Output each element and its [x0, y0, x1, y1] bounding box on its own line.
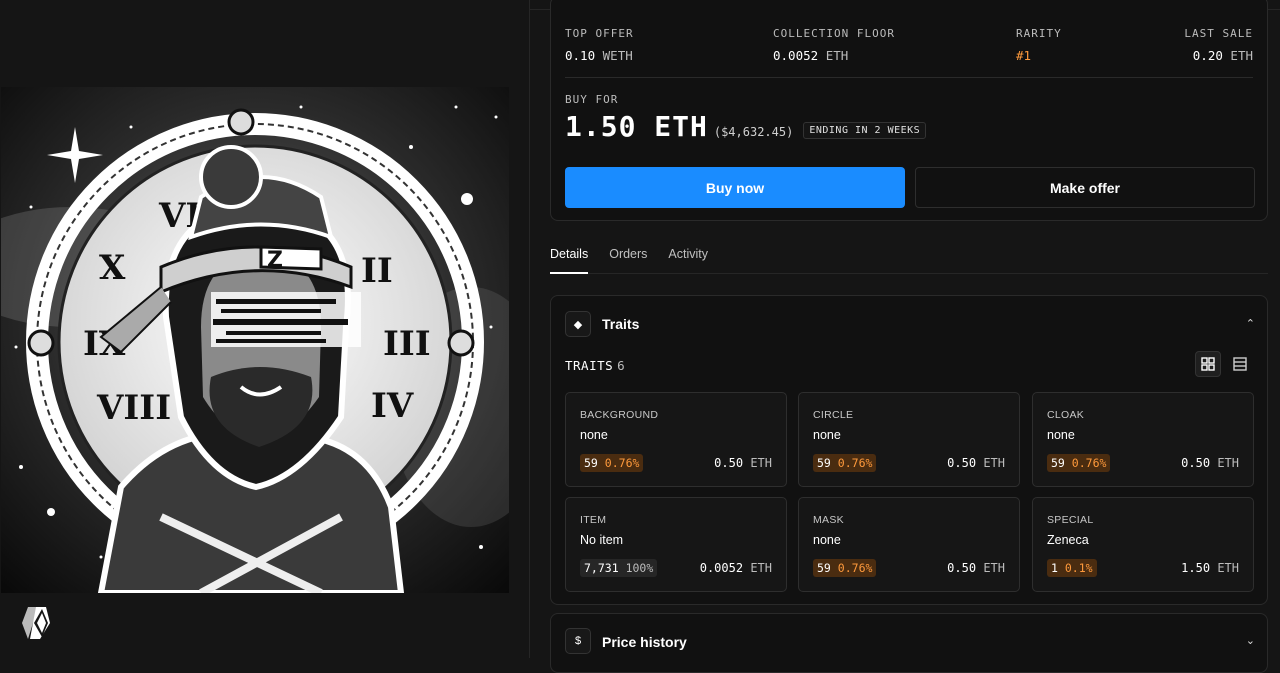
trait-card[interactable]: ITEM No item 7,731 100% 0.0052 ETH — [565, 497, 787, 592]
trait-price: 1.50 ETH — [1181, 561, 1239, 575]
trait-price: 0.50 ETH — [947, 561, 1005, 575]
make-offer-button[interactable]: Make offer — [915, 167, 1255, 208]
tab-orders[interactable]: Orders — [609, 242, 647, 274]
price-row: 1.50 ETH ($4,632.45) ENDING IN 2 WEEKS — [565, 110, 927, 143]
chevron-down-icon[interactable]: ⌄ — [1246, 634, 1255, 647]
svg-text:VIII: VIII — [96, 388, 171, 428]
divider — [565, 77, 1253, 78]
trait-card[interactable]: CLOAK none 59 0.76% 0.50 ETH — [1032, 392, 1254, 487]
trait-rarity-badge: 1 0.1% — [1047, 559, 1097, 577]
trait-key: MASK — [813, 514, 844, 526]
list-view-icon[interactable] — [1227, 351, 1253, 377]
trait-rarity-badge: 59 0.76% — [1047, 454, 1111, 472]
svg-text:Z: Z — [267, 248, 283, 273]
price-history-card[interactable]: $ Price history ⌄ — [550, 613, 1268, 673]
trait-card[interactable]: CIRCLE none 59 0.76% 0.50 ETH — [798, 392, 1020, 487]
trait-value: none — [1047, 428, 1075, 442]
stat-top-offer: TOP OFFER 0.10 WETH — [565, 27, 634, 63]
buy-for-label: BUY FOR — [565, 93, 619, 106]
trait-key: SPECIAL — [1047, 514, 1094, 526]
trait-price: 0.0052 ETH — [699, 561, 772, 575]
svg-text:II: II — [361, 251, 393, 291]
buy-price: 1.50 ETH — [565, 110, 708, 143]
trait-card[interactable]: SPECIAL Zeneca 1 0.1% 1.50 ETH — [1032, 497, 1254, 592]
trait-card[interactable]: BACKGROUND none 59 0.76% 0.50 ETH — [565, 392, 787, 487]
stat-last-sale: LAST SALE 0.20 ETH — [1184, 27, 1253, 63]
trait-value: none — [580, 428, 608, 442]
trait-key: ITEM — [580, 514, 607, 526]
stat-label: LAST SALE — [1184, 27, 1253, 40]
trait-value: none — [813, 428, 841, 442]
trait-value: No item — [580, 533, 624, 547]
buy-now-button[interactable]: Buy now — [565, 167, 905, 208]
trait-card[interactable]: MASK none 59 0.76% 0.50 ETH — [798, 497, 1020, 592]
tab-details[interactable]: Details — [550, 242, 589, 274]
price-card: TOP OFFER 0.10 WETH COLLECTION FLOOR 0.0… — [550, 0, 1268, 221]
trait-key: CLOAK — [1047, 409, 1085, 421]
svg-text:X: X — [99, 248, 126, 288]
marketplace-logo-icon[interactable] — [20, 605, 52, 641]
trait-rarity-badge: 59 0.76% — [580, 454, 644, 472]
trait-key: CIRCLE — [813, 409, 854, 421]
trait-rarity-badge: 7,731 100% — [580, 559, 658, 577]
stat-value: 0.0052 ETH — [773, 48, 849, 63]
trait-price: 0.50 ETH — [1181, 456, 1239, 470]
trait-price: 0.50 ETH — [947, 456, 1005, 470]
ending-badge: ENDING IN 2 WEEKS — [803, 122, 927, 139]
trait-rarity-badge: 59 0.76% — [813, 454, 877, 472]
stat-label: TOP OFFER — [565, 27, 634, 40]
stat-value: 0.10 WETH — [565, 48, 633, 63]
trait-price: 0.50 ETH — [714, 456, 772, 470]
nft-artwork[interactable]: VI X IX VIII II III IV Z — [1, 87, 509, 593]
traits-title[interactable]: Traits — [602, 316, 639, 332]
tab-bar: Details Orders Activity — [550, 242, 1268, 274]
stat-value: 0.20 ETH — [1192, 48, 1253, 63]
stat-label: RARITY — [1016, 27, 1062, 40]
svg-text:III: III — [383, 324, 431, 364]
stat-rarity: RARITY #1 — [1016, 27, 1062, 63]
details-panel: TOP OFFER 0.10 WETH COLLECTION FLOOR 0.0… — [530, 0, 1280, 673]
dollar-icon: $ — [565, 628, 591, 654]
buy-price-usd: ($4,632.45) — [713, 125, 794, 139]
traits-count: TRAITS 6 — [565, 358, 626, 373]
stat-collection-floor: COLLECTION FLOOR 0.0052 ETH — [773, 27, 895, 63]
traits-card: ◆ Traits ⌃ TRAITS 6 BACKGROUND none 59 0.… — [550, 295, 1268, 605]
price-history-title[interactable]: Price history — [602, 634, 687, 650]
trait-rarity-badge: 59 0.76% — [813, 559, 877, 577]
media-panel: VI X IX VIII II III IV Z — [0, 0, 530, 658]
stat-label: COLLECTION FLOOR — [773, 27, 895, 40]
tab-activity[interactable]: Activity — [668, 242, 708, 274]
trait-key: BACKGROUND — [580, 409, 659, 421]
trait-value: none — [813, 533, 841, 547]
chevron-up-icon[interactable]: ⌃ — [1246, 317, 1255, 330]
stat-value: #1 — [1016, 48, 1032, 63]
svg-text:IV: IV — [371, 386, 414, 426]
grid-view-icon[interactable] — [1195, 351, 1221, 377]
trait-value: Zeneca — [1047, 533, 1089, 547]
diamond-icon: ◆ — [565, 311, 591, 337]
view-toggle — [1195, 351, 1253, 377]
